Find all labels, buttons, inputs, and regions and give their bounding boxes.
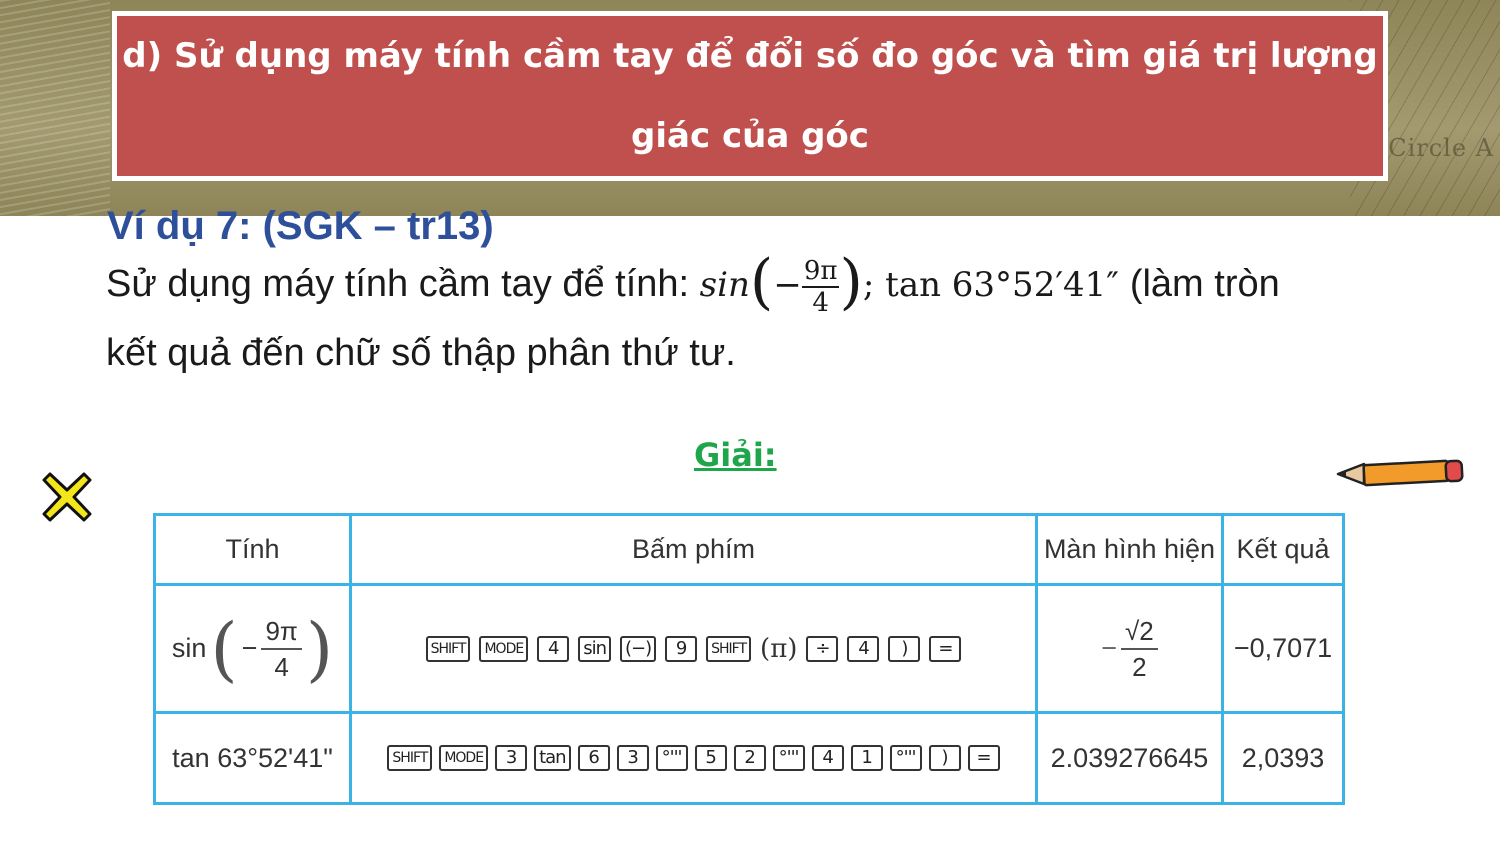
key-pi: (π) (760, 633, 798, 664)
math-minus: − (773, 265, 802, 305)
key-close-paren: ) (888, 635, 921, 662)
key-2: 2 (733, 745, 766, 771)
example-label: Ví dụ 7: (SGK – tr13) (107, 204, 494, 248)
banner-portrait-texture (0, 0, 110, 216)
key-divide: ÷ (806, 635, 839, 662)
key-6: 6 (577, 745, 610, 771)
problem-statement: Sử dụng máy tính cầm tay để tính: sin(− 9… (106, 246, 1406, 321)
cell-keys: SHIFT MODE 3 tan 6 3 °''' 5 2 °''' 4 1 °… (349, 711, 1038, 805)
header-tinh: Tính (153, 513, 352, 586)
key-degree: °''' (772, 745, 805, 771)
cell-result: −0,7071 (1221, 583, 1345, 714)
key-mode: MODE (479, 635, 529, 662)
key-3: 3 (495, 745, 528, 771)
key-sequence: SHIFT MODE 3 tan 6 3 °''' 5 2 °''' 4 1 °… (352, 745, 1035, 771)
key-equals: = (967, 745, 1000, 771)
key-negative: (−) (620, 635, 657, 662)
close-paren: ) (305, 607, 334, 690)
cell-result: 2,0393 (1221, 711, 1345, 805)
title-box: d) Sử dụng máy tính cầm tay để đổi số đo… (112, 11, 1388, 181)
math-fraction-num: 9π (801, 256, 840, 288)
problem-intro: Sử dụng máy tính cầm tay để tính: (106, 263, 690, 305)
sin-fraction-den: 4 (274, 651, 289, 682)
key-shift: SHIFT (425, 635, 471, 662)
key-mode: MODE (439, 745, 489, 771)
key-equals: = (929, 635, 962, 662)
header-bam-phim: Bấm phím (349, 513, 1038, 586)
solution-table: Tính Bấm phím Màn hình hiện Kết quả sin … (153, 513, 1345, 805)
table-row: sin ( − 9π 4 ) SHIFT MODE 4 sin (−) 9 SH… (153, 583, 1345, 714)
cell-screen: − √2 2 (1035, 583, 1224, 714)
math-tan: tan 63°52′41″ (885, 265, 1120, 305)
screen-fraction-num: √2 (1121, 614, 1158, 650)
key-1: 1 (850, 745, 883, 771)
sin-func: sin (171, 633, 207, 663)
solution-label: Giải: (694, 436, 777, 474)
key-4: 4 (847, 635, 880, 662)
math-close-paren: ) (839, 247, 863, 317)
key-close-paren: ) (928, 745, 961, 771)
screen-fraction-den: 2 (1132, 651, 1147, 682)
table-header-row: Tính Bấm phím Màn hình hiện Kết quả (153, 513, 1345, 586)
screen-expression: − √2 2 (1101, 614, 1158, 684)
sin-minus: − (241, 633, 258, 663)
pencil-icon (1336, 459, 1464, 487)
header-man-hinh: Màn hình hiện (1035, 513, 1224, 586)
key-shift: SHIFT (706, 635, 752, 662)
problem-math: sin(− 9π 4); tan 63°52′41″ (699, 247, 1130, 318)
key-tan: tan (534, 745, 571, 771)
math-fraction: 9π 4 (801, 256, 840, 318)
header-ket-qua: Kết quả (1221, 513, 1345, 586)
key-3: 3 (616, 745, 649, 771)
problem-tail: (làm tròn (1129, 263, 1280, 305)
math-sin: sin (699, 265, 750, 305)
cell-screen: 2.039276645 (1035, 711, 1224, 805)
x-mark-icon (42, 472, 92, 522)
math-open-paren: ( (749, 247, 774, 317)
table-row: tan 63°52'41" SHIFT MODE 3 tan 6 3 °''' … (153, 711, 1345, 805)
screen-minus: − (1101, 633, 1118, 663)
key-5: 5 (694, 745, 727, 771)
cell-expression: tan 63°52'41" (153, 711, 352, 805)
title-line-1: d) Sử dụng máy tính cầm tay để đổi số đo… (122, 36, 1378, 76)
problem-line-2: kết quả đến chữ số thập phân thứ tư. (106, 332, 736, 374)
math-separator: ; (862, 265, 875, 305)
cell-expression: sin ( − 9π 4 ) (153, 583, 352, 714)
sin-expression: sin ( − 9π 4 ) (172, 614, 333, 684)
key-shift: SHIFT (387, 745, 433, 771)
title-line-2: giác của góc (631, 116, 869, 156)
key-4: 4 (537, 635, 570, 662)
key-degree: °''' (889, 745, 922, 771)
key-sin: sin (578, 635, 611, 662)
screen-fraction: √2 2 (1121, 614, 1158, 684)
key-9: 9 (665, 635, 698, 662)
key-sequence: SHIFT MODE 4 sin (−) 9 SHIFT (π) ÷ 4 ) = (352, 634, 1035, 664)
header-banner: Circle A d) Sử dụng máy tính cầm tay để … (0, 0, 1500, 216)
sin-fraction: 9π 4 (261, 614, 302, 684)
open-paren: ( (210, 607, 238, 690)
key-degree: °''' (655, 745, 688, 771)
key-4: 4 (811, 745, 844, 771)
sin-fraction-num: 9π (261, 614, 302, 650)
math-fraction-den: 4 (812, 288, 829, 318)
cell-keys: SHIFT MODE 4 sin (−) 9 SHIFT (π) ÷ 4 ) = (349, 583, 1038, 714)
banner-background-text: Circle A (1388, 134, 1494, 162)
